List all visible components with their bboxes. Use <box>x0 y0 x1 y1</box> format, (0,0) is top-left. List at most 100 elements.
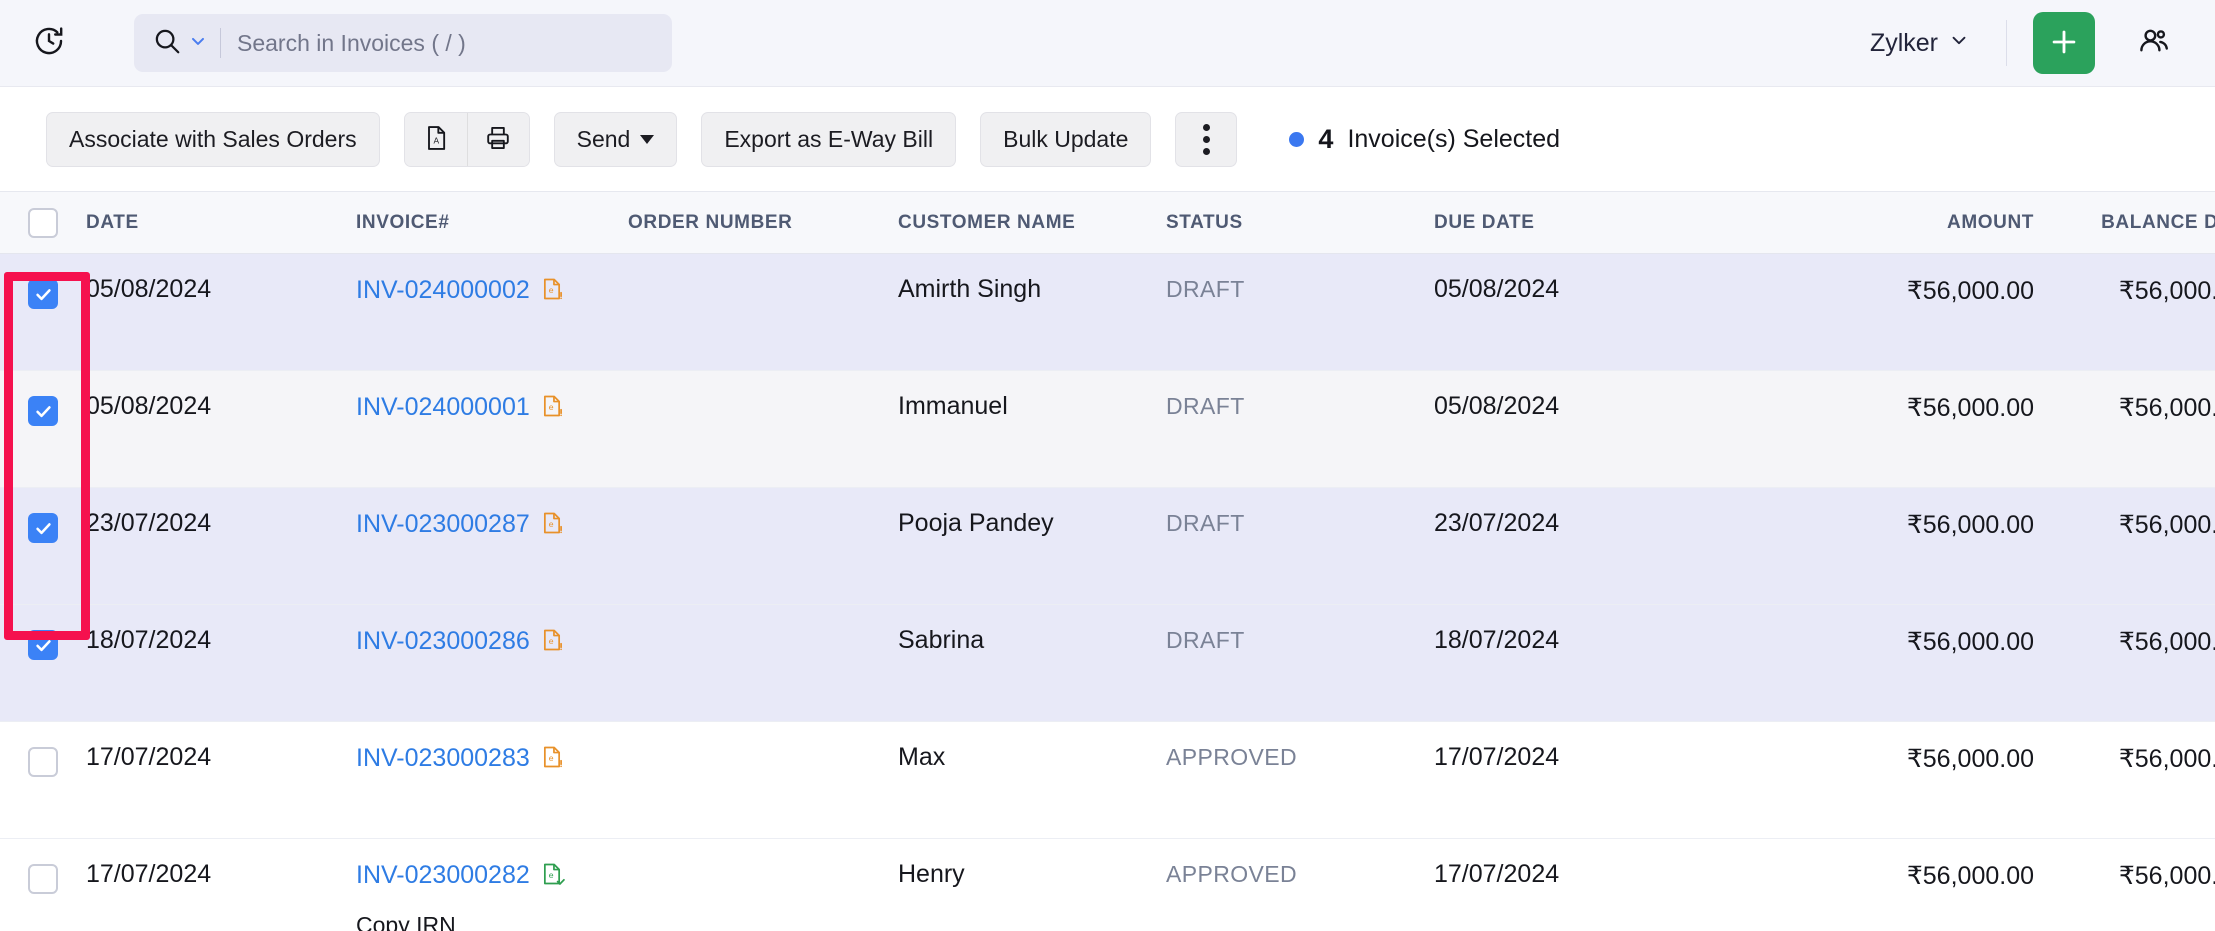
invoice-number-link[interactable]: INV-023000286e <box>356 627 565 660</box>
amount: ₹56,000.00 <box>1794 276 2034 306</box>
balance-due: ₹56,000.00 <box>2034 276 2215 306</box>
invoice-number-link[interactable]: INV-023000283e <box>356 744 565 777</box>
row-select-cell <box>0 488 86 604</box>
row-checkbox[interactable] <box>28 864 58 894</box>
column-header-order-number[interactable]: ORDER NUMBER <box>628 212 898 234</box>
balance-due: ₹56,000.00 <box>2034 510 2215 540</box>
amount: ₹56,000.00 <box>1794 627 2034 657</box>
due-date: 18/07/2024 <box>1434 627 1794 655</box>
invoice-number-link[interactable]: INV-023000282e <box>356 861 565 894</box>
organization-name: Zylker <box>1870 29 1938 58</box>
cell-order-number <box>628 839 898 931</box>
associate-with-sales-orders-button[interactable]: Associate with Sales Orders <box>46 112 380 167</box>
clock-rotate-left-icon <box>32 24 66 63</box>
topbar-divider <box>2006 20 2007 66</box>
svg-text:e: e <box>548 870 553 880</box>
balance-due: ₹56,000.00 <box>2034 393 2215 423</box>
row-checkbox[interactable] <box>28 279 58 309</box>
cell-date: 18/07/2024 <box>86 605 356 721</box>
einvoice-pending-icon[interactable]: e <box>539 627 565 660</box>
cell-balance-due: ₹56,000.00 <box>2034 722 2215 838</box>
recent-activity-button[interactable] <box>26 20 72 66</box>
table-row[interactable]: 23/07/2024INV-023000287ePooja PandeyDRAF… <box>0 488 2215 605</box>
einvoice-pending-icon[interactable]: e <box>539 276 565 309</box>
table-row[interactable]: 18/07/2024INV-023000286eSabrinaDRAFT18/0… <box>0 605 2215 722</box>
due-date: 05/08/2024 <box>1434 393 1794 421</box>
search-divider <box>220 28 221 58</box>
bulk-action-toolbar: Associate with Sales Orders A <box>0 87 2215 192</box>
row-checkbox[interactable] <box>28 747 58 777</box>
cell-order-number <box>628 371 898 487</box>
create-new-button[interactable] <box>2033 12 2095 74</box>
cell-invoice: INV-023000287e <box>356 488 628 604</box>
table-row[interactable]: 17/07/2024 INV-023000282e Copy IRN HenryAPP… <box>0 839 2215 931</box>
cell-customer-name: Sabrina <box>898 605 1166 721</box>
invoice-number-text: INV-024000001 <box>356 393 530 422</box>
row-checkbox[interactable] <box>28 630 58 660</box>
cell-due-date: 05/08/2024 <box>1434 371 1794 487</box>
cell-order-number <box>628 488 898 604</box>
cell-invoice: INV-024000002 e <box>356 254 628 370</box>
search-scope-selector[interactable] <box>152 26 208 61</box>
cell-customer-name: Max <box>898 722 1166 838</box>
einvoice-pending-icon[interactable]: e <box>539 510 565 543</box>
cell-due-date: 17/07/2024 <box>1434 839 1794 931</box>
more-actions-button[interactable] <box>1175 112 1237 167</box>
status-badge: APPROVED <box>1166 744 1434 771</box>
invoice-number-link[interactable]: INV-023000287e <box>356 510 565 543</box>
table-row[interactable]: 05/08/2024INV-024000001eImmanuelDRAFT05/… <box>0 371 2215 488</box>
cell-due-date: 05/08/2024 <box>1434 254 1794 370</box>
svg-text:e: e <box>548 519 553 529</box>
people-icon <box>2136 23 2172 64</box>
row-select-cell <box>0 254 86 370</box>
cell-status: DRAFT <box>1166 605 1434 721</box>
export-eway-bill-button[interactable]: Export as E-Way Bill <box>701 112 956 167</box>
cell-amount: ₹56,000.00 <box>1794 488 2034 604</box>
row-select-cell <box>0 605 86 721</box>
copy-irn-button[interactable]: Copy IRN <box>356 912 628 931</box>
cell-date: 05/08/2024 <box>86 254 356 370</box>
subscribers-button[interactable] <box>2123 12 2185 74</box>
invoice-date: 18/07/2024 <box>86 627 356 655</box>
einvoice-generated-icon[interactable]: e <box>539 861 565 894</box>
status-badge: APPROVED <box>1166 861 1434 888</box>
cell-amount: ₹56,000.00 <box>1794 839 2034 931</box>
bulk-update-button[interactable]: Bulk Update <box>980 112 1151 167</box>
column-header-amount[interactable]: AMOUNT <box>1794 212 2034 234</box>
organization-switcher[interactable]: Zylker <box>1860 23 1980 64</box>
due-date: 17/07/2024 <box>1434 744 1794 772</box>
invoice-number-link[interactable]: INV-024000002 e <box>356 276 565 309</box>
send-button[interactable]: Send <box>554 112 678 167</box>
column-header-status[interactable]: STATUS <box>1166 212 1434 234</box>
svg-text:e: e <box>548 753 553 763</box>
column-header-invoice[interactable]: INVOICE# <box>356 212 628 234</box>
cell-status: DRAFT <box>1166 254 1434 370</box>
cell-date: 17/07/2024 <box>86 722 356 838</box>
print-button[interactable] <box>467 113 529 166</box>
row-checkbox[interactable] <box>28 513 58 543</box>
export-pdf-button[interactable]: A <box>405 113 467 166</box>
search-input[interactable] <box>237 30 654 57</box>
chevron-down-icon <box>1948 29 1970 58</box>
column-header-customer-name[interactable]: CUSTOMER NAME <box>898 212 1166 234</box>
einvoice-pending-icon[interactable]: e <box>539 744 565 777</box>
amount: ₹56,000.00 <box>1794 393 2034 423</box>
table-row[interactable]: 17/07/2024INV-023000283eMaxAPPROVED17/07… <box>0 722 2215 839</box>
cell-customer-name: Henry <box>898 839 1166 931</box>
invoice-number-link[interactable]: INV-024000001 e <box>356 393 565 426</box>
svg-text:e: e <box>548 636 553 646</box>
cell-balance-due: ₹56,000.00 <box>2034 839 2215 931</box>
chevron-down-icon <box>188 31 208 56</box>
balance-due: ₹56,000.00 <box>2034 744 2215 774</box>
row-checkbox[interactable] <box>28 396 58 426</box>
select-all-checkbox[interactable] <box>28 208 58 238</box>
column-header-due-date[interactable]: DUE DATE <box>1434 212 1794 234</box>
status-badge: DRAFT <box>1166 276 1434 303</box>
column-header-balance-due[interactable]: BALANCE DUE <box>2034 212 2215 234</box>
selection-label: Invoice(s) Selected <box>1347 125 1560 154</box>
invoice-number-text: INV-024000002 <box>356 276 530 305</box>
column-header-date[interactable]: DATE <box>86 212 356 234</box>
einvoice-pending-icon[interactable]: e <box>539 393 565 426</box>
table-row[interactable]: 05/08/2024INV-024000002eAmirth SinghDRAF… <box>0 254 2215 371</box>
search-bar[interactable] <box>134 14 672 72</box>
